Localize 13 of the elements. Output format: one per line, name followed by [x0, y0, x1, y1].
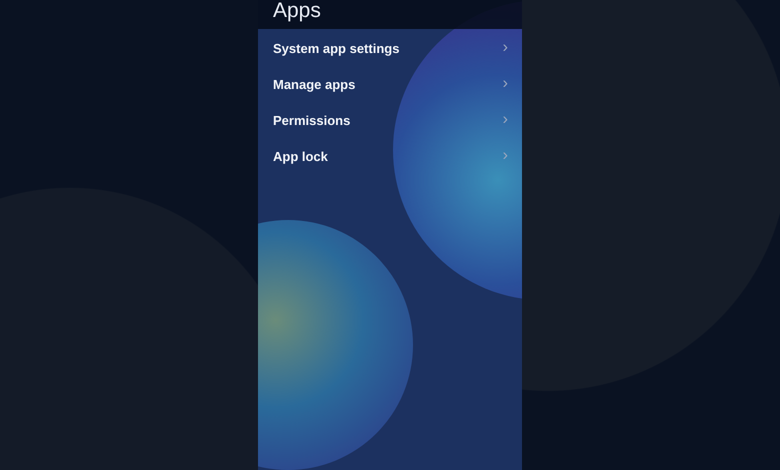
menu-item[interactable]: System app settings ›	[258, 30, 522, 66]
menu-item-label: System app settings	[273, 40, 400, 56]
menu-item[interactable]: Manage apps ›	[258, 66, 522, 102]
menu-item[interactable]: Permissions ›	[258, 102, 522, 138]
chevron-icon: ›	[502, 111, 508, 129]
page-title: Apps	[273, 0, 321, 23]
chevron-icon: ›	[502, 39, 508, 57]
menu-item-label: Permissions	[273, 112, 350, 128]
menu-item-label: Manage apps	[273, 76, 356, 92]
chevron-icon: ›	[502, 75, 508, 93]
menu-item-label: App lock	[273, 148, 328, 164]
menu-item[interactable]: App lock ›	[258, 138, 522, 174]
chevron-icon: ›	[502, 147, 508, 165]
